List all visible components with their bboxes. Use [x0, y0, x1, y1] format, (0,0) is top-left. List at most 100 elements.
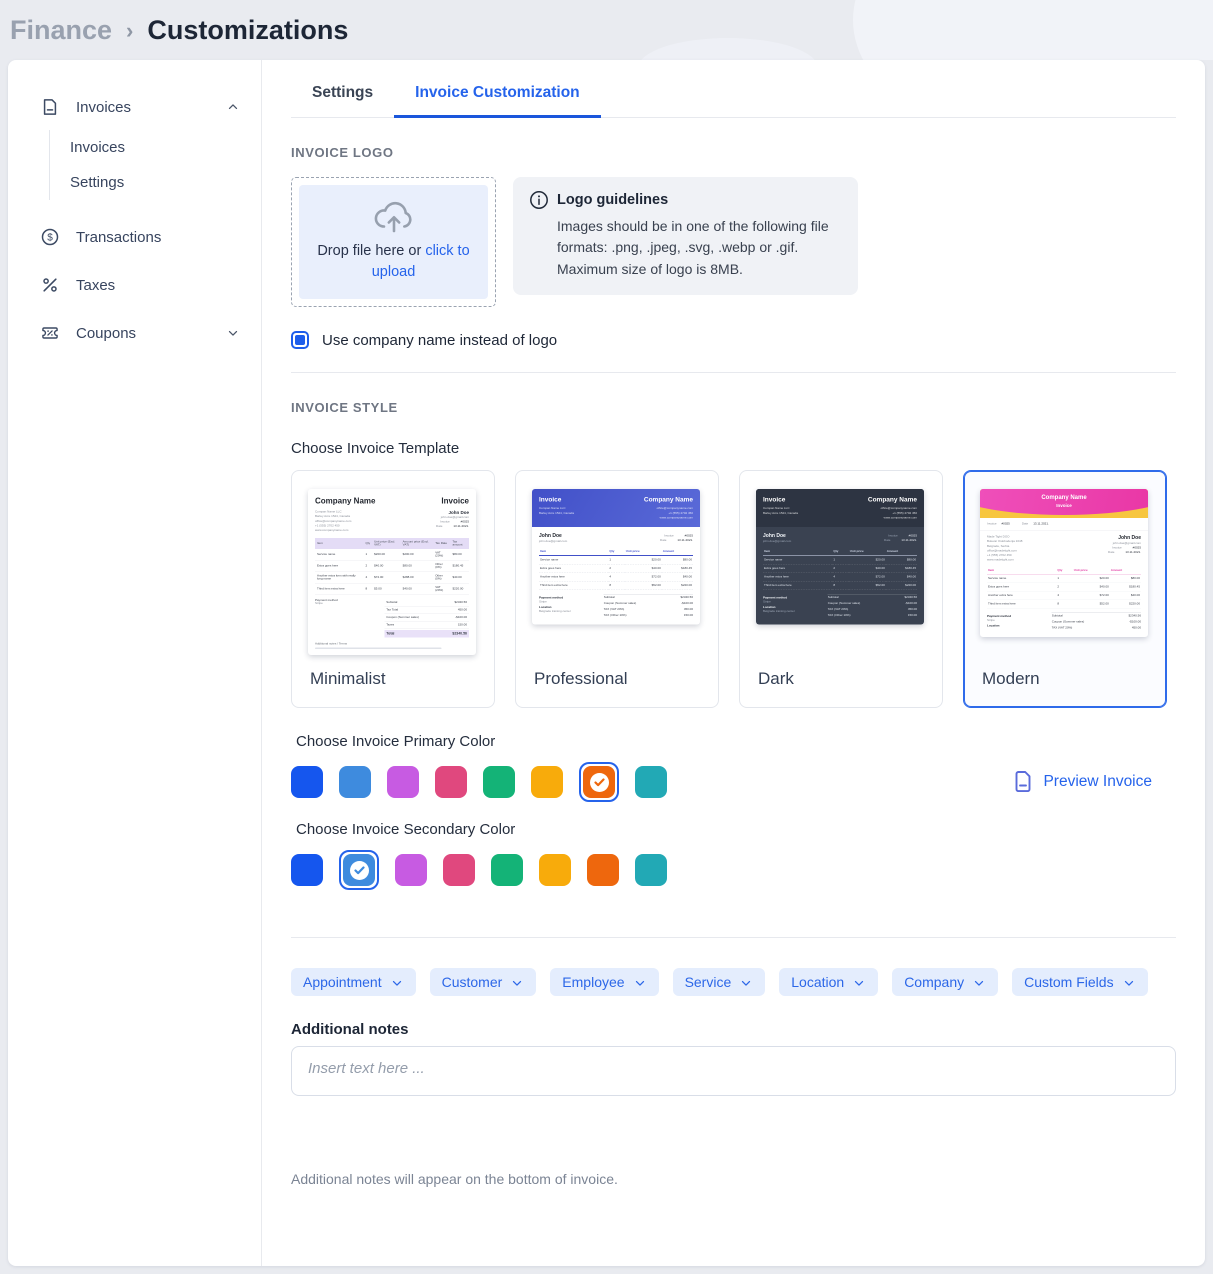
template-card-professional[interactable]: InvoiceCompany Name Compan Name LLCBarle…	[515, 470, 719, 708]
guidelines-title: Logo guidelines	[557, 192, 668, 208]
choose-template-label: Choose Invoice Template	[291, 440, 1176, 457]
sidebar-subitem-invoices[interactable]: Invoices	[70, 130, 243, 165]
field-chip-service[interactable]: Service	[673, 968, 766, 996]
field-chip-custom-fields[interactable]: Custom Fields	[1012, 968, 1147, 996]
field-chip-appointment[interactable]: Appointment	[291, 968, 416, 996]
primary-color-swatch[interactable]	[291, 766, 323, 798]
sidebar-subitem-settings[interactable]: Settings	[70, 165, 243, 200]
chip-label: Customer	[442, 974, 503, 990]
chevron-down-icon	[633, 975, 647, 990]
breadcrumb-separator-icon: ›	[126, 16, 133, 44]
template-name: Dark	[758, 669, 794, 689]
invoice-logo-section-title: INVOICE LOGO	[291, 145, 1176, 160]
secondary-color-swatch[interactable]	[291, 854, 323, 886]
cloud-upload-icon	[373, 201, 415, 235]
chip-label: Custom Fields	[1024, 974, 1113, 990]
tab-settings[interactable]: Settings	[291, 74, 394, 118]
sidebar-item-label: Taxes	[76, 277, 243, 294]
check-icon	[590, 773, 609, 792]
document-icon	[1013, 771, 1033, 793]
transactions-icon: $	[40, 227, 60, 247]
sidebar-item-label: Transactions	[76, 229, 243, 246]
template-card-minimalist[interactable]: Company NameInvoice Compan Name LLCBarle…	[291, 470, 495, 708]
secondary-color-swatch[interactable]	[395, 854, 427, 886]
logo-dropzone[interactable]: Drop file here or click to upload	[291, 177, 496, 307]
field-chip-employee[interactable]: Employee	[550, 968, 658, 996]
chip-label: Employee	[562, 974, 624, 990]
chip-label: Appointment	[303, 974, 382, 990]
info-icon	[529, 190, 549, 210]
logo-dropzone-inner[interactable]: Drop file here or click to upload	[299, 185, 488, 299]
main-card: Invoices InvoicesSettings $ Transactions…	[8, 60, 1205, 1266]
chevron-down-icon	[852, 975, 866, 990]
choose-primary-color-label: Choose Invoice Primary Color	[296, 733, 1176, 750]
template-preview: Company NameInvoice Invoice#0025Date13.1…	[980, 489, 1148, 637]
secondary-color-swatch[interactable]	[635, 854, 667, 886]
header-decoration	[638, 38, 818, 60]
template-card-modern[interactable]: Company NameInvoice Invoice#0025Date13.1…	[963, 470, 1167, 708]
use-company-name-checkbox[interactable]	[291, 331, 309, 349]
sidebar-item-label: Invoices	[76, 99, 207, 116]
template-preview: InvoiceCompany Name Compan Name LLCBarle…	[532, 489, 700, 624]
chip-label: Company	[904, 974, 964, 990]
section-divider	[291, 372, 1176, 373]
checkbox-label: Use company name instead of logo	[322, 332, 557, 349]
chevron-down-icon	[223, 326, 243, 340]
secondary-color-swatch[interactable]	[443, 854, 475, 886]
chip-label: Location	[791, 974, 844, 990]
chevron-down-icon	[972, 975, 986, 990]
field-chip-location[interactable]: Location	[779, 968, 878, 996]
template-preview-holder: InvoiceCompany Name Compan Name LLCBarle…	[756, 489, 926, 647]
field-chip-customer[interactable]: Customer	[430, 968, 537, 996]
section-divider	[291, 937, 1176, 938]
chevron-down-icon	[1122, 975, 1136, 990]
sidebar-item-transactions[interactable]: $ Transactions	[40, 220, 243, 254]
primary-color-swatch[interactable]	[483, 766, 515, 798]
page-header: Finance › Customizations	[0, 0, 1213, 60]
primary-color-row: Preview Invoice	[291, 762, 1176, 802]
template-card-dark[interactable]: InvoiceCompany Name Compan Name LLCBarle…	[739, 470, 943, 708]
dropzone-text: Drop file here or click to upload	[313, 241, 474, 283]
primary-color-swatch[interactable]	[339, 766, 371, 798]
secondary-color-swatch-selected[interactable]	[339, 850, 379, 890]
chip-label: Service	[685, 974, 732, 990]
template-preview-holder: Company NameInvoice Compan Name LLCBarle…	[308, 489, 478, 647]
notes-footnote: Additional notes will appear on the bott…	[291, 1171, 1176, 1187]
additional-notes-input[interactable]	[291, 1046, 1176, 1096]
primary-color-swatch[interactable]	[635, 766, 667, 798]
content-panel: SettingsInvoice Customization INVOICE LO…	[262, 60, 1205, 1266]
chevron-down-icon	[510, 975, 524, 990]
template-name: Minimalist	[310, 669, 386, 689]
primary-color-swatch[interactable]	[435, 766, 467, 798]
sidebar: Invoices InvoicesSettings $ Transactions…	[8, 60, 262, 1266]
logo-guidelines-box: Logo guidelines Images should be in one …	[513, 177, 858, 295]
sidebar-item-invoices[interactable]: Invoices	[40, 90, 243, 124]
sidebar-item-taxes[interactable]: Taxes	[40, 268, 243, 302]
secondary-color-swatch[interactable]	[587, 854, 619, 886]
field-chips-row: Appointment Customer Employee Service Lo…	[291, 968, 1176, 996]
chevron-down-icon	[739, 975, 753, 990]
tab-invoice-customization[interactable]: Invoice Customization	[394, 74, 601, 118]
breadcrumb-parent[interactable]: Finance	[10, 15, 112, 46]
invoice-icon	[40, 97, 60, 117]
primary-color-swatch[interactable]	[387, 766, 419, 798]
primary-color-swatch-selected[interactable]	[579, 762, 619, 802]
svg-text:$: $	[47, 233, 53, 244]
secondary-color-swatch[interactable]	[491, 854, 523, 886]
template-preview-holder: InvoiceCompany Name Compan Name LLCBarle…	[532, 489, 702, 647]
sidebar-item-coupons[interactable]: Coupons	[40, 316, 243, 350]
invoice-style-section-title: INVOICE STYLE	[291, 400, 1176, 415]
chevron-down-icon	[390, 975, 404, 990]
template-preview-holder: Company NameInvoice Invoice#0025Date13.1…	[980, 489, 1150, 647]
primary-color-swatch[interactable]	[531, 766, 563, 798]
secondary-color-row	[291, 850, 1176, 890]
page-title: Customizations	[147, 15, 348, 46]
field-chip-company[interactable]: Company	[892, 968, 998, 996]
template-name: Professional	[534, 669, 628, 689]
check-icon	[350, 861, 369, 880]
template-preview: Company NameInvoice Compan Name LLCBarle…	[308, 489, 476, 655]
header-decoration	[853, 0, 1213, 60]
preview-invoice-link[interactable]: Preview Invoice	[1013, 771, 1152, 793]
use-company-name-checkbox-row[interactable]: Use company name instead of logo	[291, 331, 1176, 349]
secondary-color-swatch[interactable]	[539, 854, 571, 886]
